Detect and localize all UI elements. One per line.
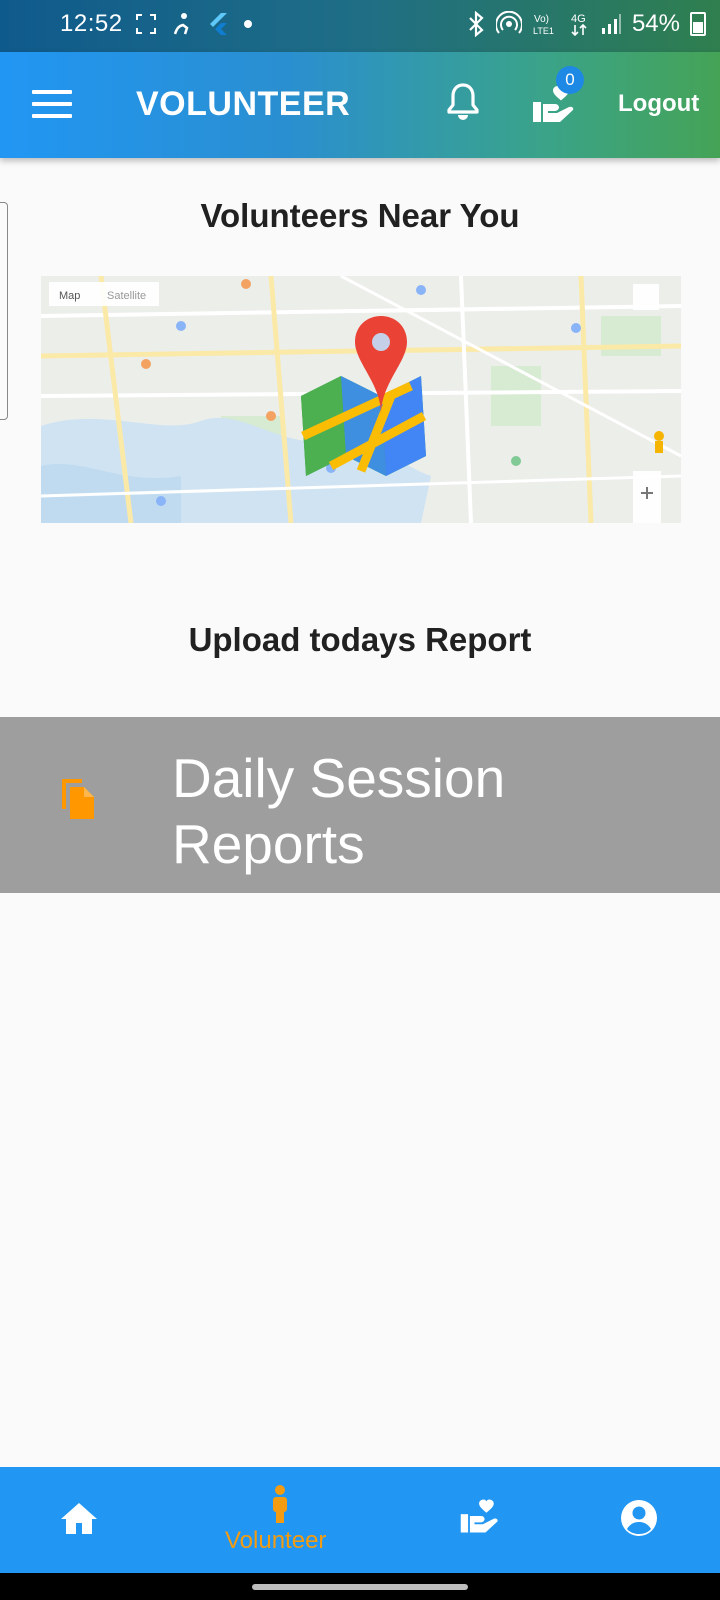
flutter-icon (210, 13, 227, 35)
battery-percentage: 54% (631, 10, 680, 37)
nav-profile[interactable] (600, 1467, 680, 1573)
bell-icon (447, 83, 479, 120)
hotspot-icon (495, 11, 522, 34)
menu-icon-line (32, 90, 72, 94)
status-system-icons: Vo) LTE1 4G 54% (466, 10, 706, 38)
bluetooth-icon (469, 11, 484, 37)
volunteers-near-you-heading: Volunteers Near You (200, 197, 520, 234)
account-icon (621, 1500, 657, 1536)
map-graphic: Map Satellite (41, 276, 681, 523)
app-bar: VOLUNTEER 0 Logout (0, 52, 720, 158)
home-icon (61, 1503, 97, 1534)
activity-icon (173, 13, 189, 35)
svg-text:4G: 4G (571, 13, 586, 25)
cart-count-badge: 0 (556, 66, 584, 94)
notifications-button[interactable] (446, 82, 486, 126)
svg-text:Vo): Vo) (534, 14, 549, 25)
menu-icon-line (32, 102, 72, 106)
daily-session-reports-button[interactable]: Daily Session Reports (0, 717, 720, 893)
screenshot-icon (136, 14, 156, 34)
signal-icon (601, 14, 621, 34)
svg-text:LTE1: LTE1 (533, 26, 554, 36)
battery-icon (690, 12, 706, 36)
logout-button[interactable]: Logout (618, 90, 699, 118)
person-icon (273, 1485, 287, 1523)
volte-icon: Vo) LTE1 (533, 14, 554, 36)
svg-text:Map: Map (59, 290, 80, 302)
map-preview-image[interactable]: Map Satellite (41, 276, 681, 523)
status-time: 12:52 (60, 10, 123, 37)
nav-home[interactable] (40, 1467, 120, 1573)
page-title: VOLUNTEER (136, 85, 351, 123)
upload-report-heading: Upload todays Report (188, 621, 532, 658)
menu-icon-line (32, 114, 72, 118)
copy-file-icon (58, 775, 98, 826)
status-notification-icons (135, 12, 253, 36)
nav-volunteer-label: Volunteer (225, 1527, 327, 1554)
dot-icon (244, 20, 252, 28)
nav-volunteer[interactable]: Volunteer (210, 1467, 350, 1573)
home-gesture-bar[interactable] (252, 1584, 468, 1590)
hand-heart-icon (460, 1499, 498, 1533)
status-bar: 12:52 Vo) LTE1 4G 54% (0, 0, 720, 52)
bottom-navigation: Volunteer (0, 1467, 720, 1573)
menu-button[interactable] (32, 90, 72, 120)
report-tile-label: Daily Session Reports (172, 747, 506, 875)
nav-donations[interactable] (440, 1467, 520, 1573)
system-gesture-area (0, 1573, 720, 1600)
svg-text:Satellite: Satellite (107, 290, 146, 302)
network-4g-icon: 4G (571, 13, 587, 37)
